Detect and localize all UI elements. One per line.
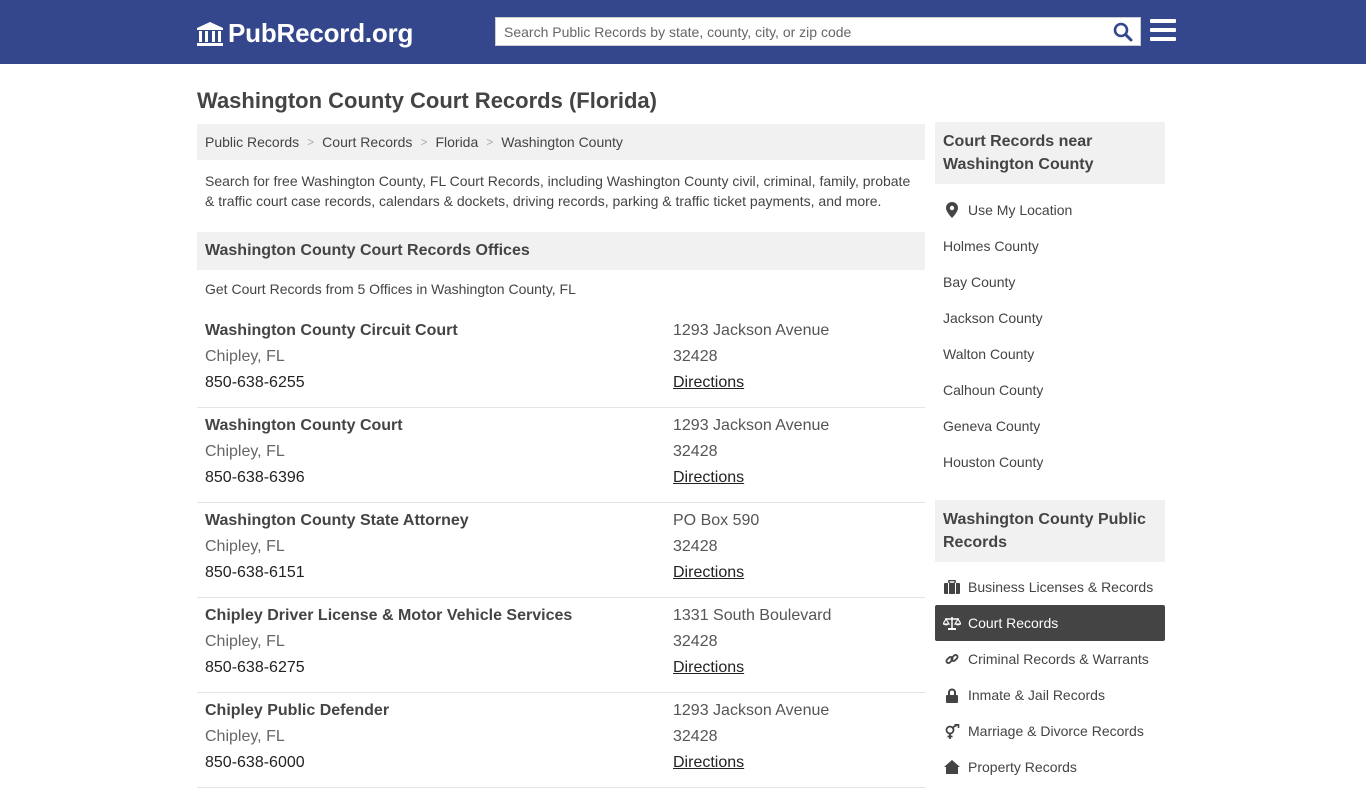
search-bar [495,17,1141,46]
office-item: Chipley Driver License & Motor Vehicle S… [197,598,925,693]
offices-heading: Washington County Court Records Offices [197,232,925,270]
nearby-county-link[interactable]: Jackson County [935,300,1165,336]
search-icon [1113,22,1133,42]
office-phone[interactable]: 850-638-6396 [205,465,403,491]
search-button[interactable] [1110,20,1136,44]
offices-subtext: Get Court Records from 5 Offices in Wash… [205,281,576,297]
lock-icon [943,687,961,703]
office-item: Washington County Circuit Court Chipley, … [197,313,925,408]
hamburger-line [1150,28,1176,32]
sidebar-item-label: Property Records [968,759,1077,775]
sidebar-item-label: Court Records [968,615,1059,631]
hamburger-line [1150,37,1176,41]
menu-button[interactable] [1150,19,1176,43]
office-zip: 32428 [673,348,718,365]
office-city: Chipley, FL [205,633,285,650]
breadcrumb-public-records[interactable]: Public Records [205,134,299,150]
sidebar-item-inmate-records[interactable]: Inmate & Jail Records [935,677,1165,713]
nearby-county-link[interactable]: Bay County [935,264,1165,300]
directions-link[interactable]: Directions [673,465,829,491]
office-address: PO Box 590 [673,512,760,529]
breadcrumb-separator: > [486,135,494,149]
sidebar-item-label: Inmate & Jail Records [968,687,1105,703]
gender-icon [943,723,961,739]
nearby-county-link[interactable]: Geneva County [935,408,1165,444]
page-title: Washington County Court Records (Florida… [197,88,657,113]
search-input[interactable] [496,18,1106,45]
nearby-county-link[interactable]: Calhoun County [935,372,1165,408]
office-city: Chipley, FL [205,538,285,555]
home-icon [943,759,961,775]
directions-link[interactable]: Directions [673,560,759,586]
office-item: Washington County State Attorney Chipley,… [197,503,925,598]
directions-link[interactable]: Directions [673,370,829,396]
office-name[interactable]: Chipley Driver License & Motor Vehicle S… [205,603,572,629]
office-phone[interactable]: 850-638-6255 [205,370,458,396]
logo-text: PubRecord.org [228,18,414,48]
breadcrumb-washington-county[interactable]: Washington County [501,134,623,150]
nearby-county-link[interactable]: Holmes County [935,228,1165,264]
nearby-list: Use My Location Holmes County Bay County… [935,192,1165,480]
office-name[interactable]: Washington County State Attorney [205,508,469,534]
sidebar-item-property-records[interactable]: Property Records [935,749,1165,785]
sidebar-item-marriage-records[interactable]: Marriage & Divorce Records [935,713,1165,749]
courthouse-icon [197,21,223,46]
office-zip: 32428 [673,728,718,745]
breadcrumb: Public Records > Court Records > Florida… [197,124,925,160]
link-icon [943,651,961,667]
briefcase-icon [943,579,961,595]
top-navbar: PubRecord.org [0,0,1366,64]
directions-link[interactable]: Directions [673,655,831,681]
office-item: Chipley Public Defender Chipley, FL 850-63… [197,693,925,788]
scale-icon [943,615,961,631]
breadcrumb-separator: > [307,135,315,149]
sidebar-item-label: Criminal Records & Warrants [968,651,1149,667]
public-records-heading: Washington County Public Records [935,500,1165,562]
office-phone[interactable]: 850-638-6151 [205,560,469,586]
office-zip: 32428 [673,538,718,555]
sidebar-item-label: Business Licenses & Records [968,579,1154,595]
office-address: 1331 South Boulevard [673,607,832,624]
office-name[interactable]: Washington County Circuit Court [205,318,458,344]
office-item: Washington County Court Chipley, FL 850-63… [197,408,925,503]
sidebar-item-court-records[interactable]: Court Records [935,605,1165,641]
offices-list: Washington County Circuit Court Chipley, … [197,313,925,788]
site-logo[interactable]: PubRecord.org [196,18,413,49]
use-my-location-label: Use My Location [968,202,1073,218]
sidebar-item-business-licenses[interactable]: Business Licenses & Records [935,569,1165,605]
breadcrumb-court-records[interactable]: Court Records [322,134,412,150]
office-zip: 32428 [673,633,718,650]
office-city: Chipley, FL [205,443,285,460]
office-zip: 32428 [673,443,718,460]
directions-link[interactable]: Directions [673,750,829,776]
office-city: Chipley, FL [205,728,285,745]
office-address: 1293 Jackson Avenue [673,702,830,719]
sidebar-item-criminal-records[interactable]: Criminal Records & Warrants [935,641,1165,677]
nearby-county-link[interactable]: Walton County [935,336,1165,372]
sidebar-item-label: Marriage & Divorce Records [968,723,1144,739]
map-marker-icon [943,202,961,218]
office-phone[interactable]: 850-638-6000 [205,750,389,776]
nearby-county-link[interactable]: Houston County [935,444,1165,480]
office-address: 1293 Jackson Avenue [673,417,830,434]
public-records-list: Business Licenses & Records Court Record… [935,569,1165,785]
nearby-heading: Court Records near Washington County [935,122,1165,184]
office-city: Chipley, FL [205,348,285,365]
office-phone[interactable]: 850-638-6275 [205,655,572,681]
breadcrumb-florida[interactable]: Florida [435,134,478,150]
breadcrumb-separator: > [420,135,428,149]
intro-text: Search for free Washington County, FL Co… [205,173,911,209]
office-address: 1293 Jackson Avenue [673,322,830,339]
hamburger-icon [1150,19,1176,23]
use-my-location-link[interactable]: Use My Location [935,192,1165,228]
office-name[interactable]: Washington County Court [205,413,403,439]
office-name[interactable]: Chipley Public Defender [205,698,389,724]
